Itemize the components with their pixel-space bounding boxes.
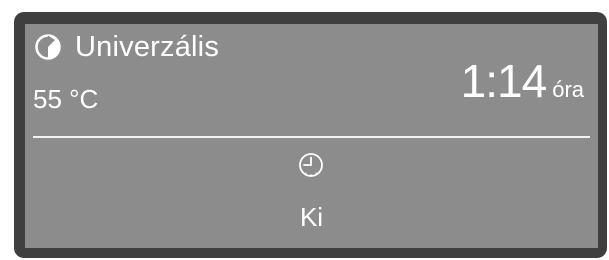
- display-screen: Univerzális 55 °C 1:14 óra Ki: [25, 24, 598, 248]
- program-temperature: 55 °C: [33, 84, 99, 114]
- duration-unit: óra: [552, 77, 584, 102]
- timer-status-label: Ki: [299, 202, 324, 232]
- program-half-circle-icon: [35, 34, 61, 60]
- divider: [33, 136, 590, 138]
- program-duration: 1:14 óra: [461, 54, 584, 108]
- clock-icon: [299, 153, 323, 177]
- duration-value: 1:14: [460, 55, 548, 107]
- program-name: Univerzális: [75, 31, 220, 63]
